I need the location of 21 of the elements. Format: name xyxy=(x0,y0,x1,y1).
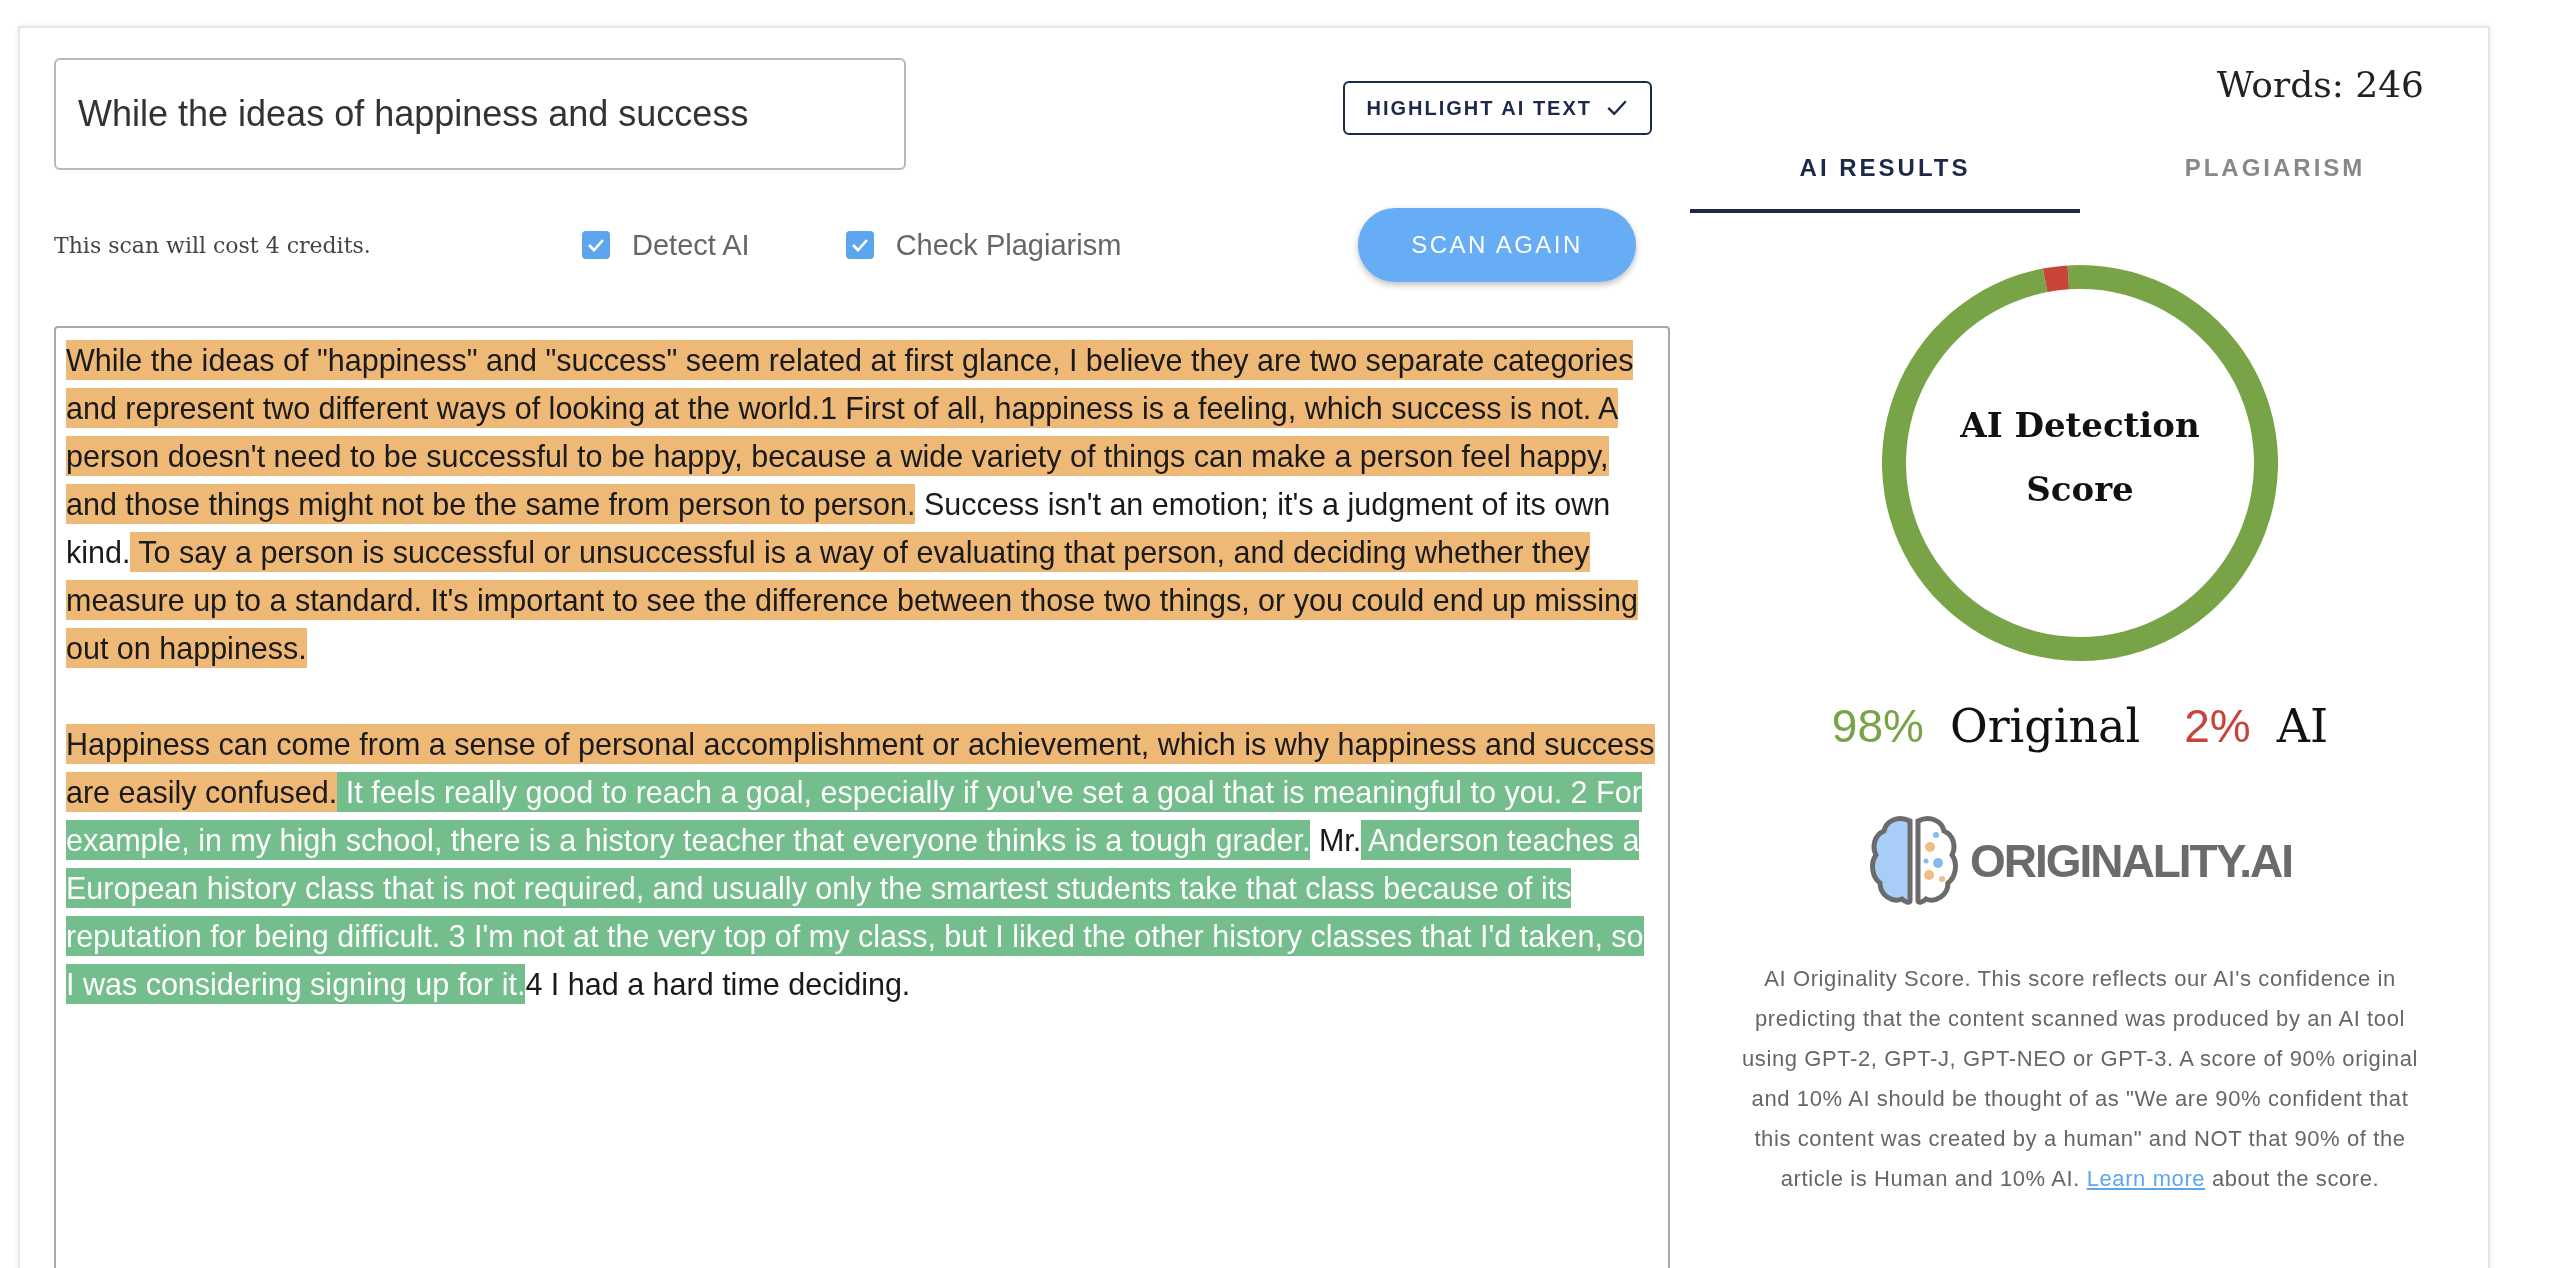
check-icon xyxy=(586,237,606,253)
score-label: AI xyxy=(2276,699,2329,753)
highlight-button[interactable]: HIGHLIGHT AI TEXT xyxy=(1342,81,1652,135)
word-count: Words: 246 xyxy=(2216,64,2424,105)
checkbox-label: Check Plagiarism xyxy=(895,228,1122,262)
document-text-area[interactable] xyxy=(54,326,1670,1268)
checkbox[interactable] xyxy=(582,231,610,259)
checkbox[interactable] xyxy=(845,231,874,259)
score-percent: 2% xyxy=(2184,699,2251,753)
input-field[interactable]: While the ideas of happiness and success xyxy=(54,58,906,170)
check-icon xyxy=(1606,99,1628,117)
chart-title: AI Detection Score xyxy=(1960,404,2200,511)
description-text: AI Originality Score. This score reflects our AI's confidence in predicting that the content scanned was produced by an AI tool using GPT-2, GPT-J, GPT-NEO or GPT-3. A score of 90% original and 10% AI should be thought of as "We are 90% confident that this content was created by a human" and NOT that 90% of the article is Human and 10% AI. Learn more about the score. xyxy=(1740,965,2420,1193)
tab[interactable]: AI RESULTS xyxy=(1690,127,2080,213)
cost-note: This scan will cost 4 credits. xyxy=(54,232,372,258)
check-icon xyxy=(849,237,870,253)
tab[interactable]: PLAGIARISM xyxy=(2080,127,2470,213)
score-label: Original xyxy=(1949,699,2141,753)
score-percent: 98% xyxy=(1831,699,1924,753)
checkbox-label: Detect AI xyxy=(632,228,750,262)
logo-text: ORIGINALITY.AI xyxy=(1969,834,2293,888)
